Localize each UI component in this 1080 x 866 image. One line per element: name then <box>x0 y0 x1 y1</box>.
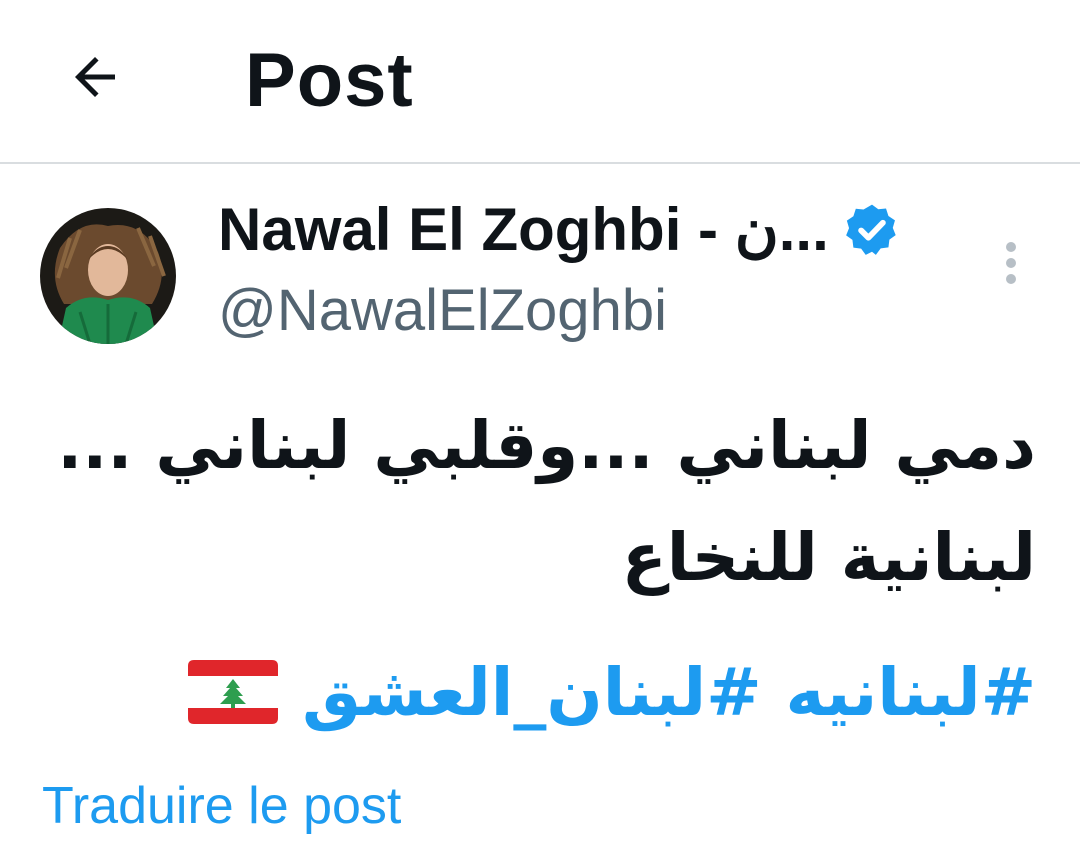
verified-badge-icon <box>843 201 901 259</box>
dot-icon <box>1006 258 1016 268</box>
more-options-button[interactable] <box>990 232 1032 294</box>
arrow-left-icon <box>75 57 115 97</box>
dot-icon <box>1006 274 1016 284</box>
translate-post-link[interactable]: Traduire le post <box>42 774 401 838</box>
lebanon-flag-icon <box>188 660 279 724</box>
hashtag-link[interactable]: #لبنانيه <box>786 654 1037 731</box>
author-handle[interactable]: @NawalElZoghbi <box>218 278 667 344</box>
dot-icon <box>1006 242 1016 252</box>
page-title: Post <box>245 38 414 123</box>
post-text-line: لبنانية للنخاع <box>621 519 1036 596</box>
profile-photo <box>40 208 176 344</box>
avatar[interactable] <box>40 208 176 344</box>
author-row: Nawal El Zoghbi - ن... <box>218 194 901 266</box>
hashtag-row: #لبنانيه #لبنان_العشق <box>188 642 1036 742</box>
post-text: دمي لبناني ...وقلبي لبناني ... لبنانية ل… <box>36 390 1036 614</box>
post-text-line: دمي لبناني ...وقلبي لبناني ... <box>57 407 1036 484</box>
hashtag-link[interactable]: #لبنان_العشق <box>302 654 761 731</box>
author-name[interactable]: Nawal El Zoghbi - ن... <box>218 194 829 266</box>
back-button[interactable] <box>62 44 128 110</box>
top-bar: Post <box>0 0 1080 164</box>
